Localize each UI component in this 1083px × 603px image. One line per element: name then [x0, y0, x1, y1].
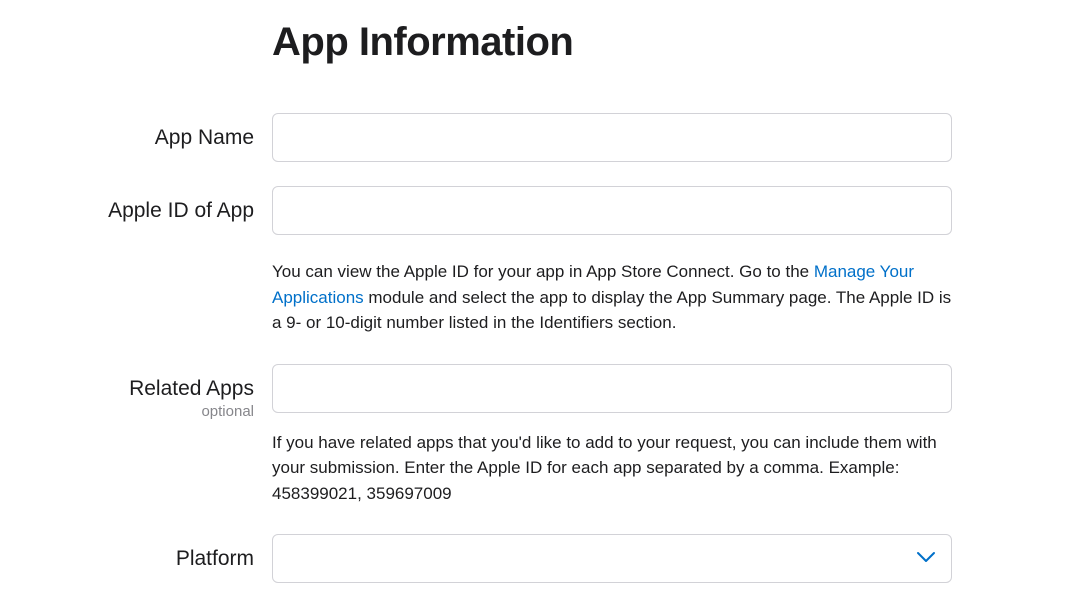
platform-label: Platform [176, 547, 254, 570]
apple-id-label: Apple ID of App [108, 199, 254, 222]
row-app-name: App Name [40, 113, 1043, 162]
app-information-form: App Information App Name Apple ID of App… [40, 20, 1043, 583]
app-name-input[interactable] [272, 113, 952, 162]
platform-select[interactable] [272, 534, 952, 583]
apple-id-help: You can view the Apple ID for your app i… [272, 259, 952, 336]
apple-id-input[interactable] [272, 186, 952, 235]
input-col-app-name [272, 113, 952, 162]
related-apps-input[interactable] [272, 364, 952, 413]
platform-select-wrapper [272, 534, 952, 583]
app-name-label: App Name [155, 126, 254, 149]
input-col-platform [272, 534, 952, 583]
related-apps-help-text: If you have related apps that you'd like… [272, 430, 952, 507]
related-apps-label: Related Apps [129, 377, 254, 400]
row-platform: Platform [40, 534, 1043, 583]
related-apps-help: If you have related apps that you'd like… [272, 430, 952, 507]
related-apps-optional: optional [40, 403, 254, 420]
label-col-app-name: App Name [40, 113, 272, 150]
apple-id-help-pre: You can view the Apple ID for your app i… [272, 262, 814, 281]
page-title: App Information [272, 20, 1043, 65]
row-related-apps: Related Apps optional [40, 364, 1043, 420]
input-col-apple-id [272, 186, 952, 235]
label-col-platform: Platform [40, 534, 272, 571]
input-col-related-apps [272, 364, 952, 413]
label-col-related-apps: Related Apps optional [40, 364, 272, 420]
label-col-apple-id: Apple ID of App [40, 186, 272, 223]
row-apple-id: Apple ID of App [40, 186, 1043, 235]
apple-id-help-text: You can view the Apple ID for your app i… [272, 259, 952, 336]
apple-id-help-post: module and select the app to display the… [272, 288, 951, 333]
